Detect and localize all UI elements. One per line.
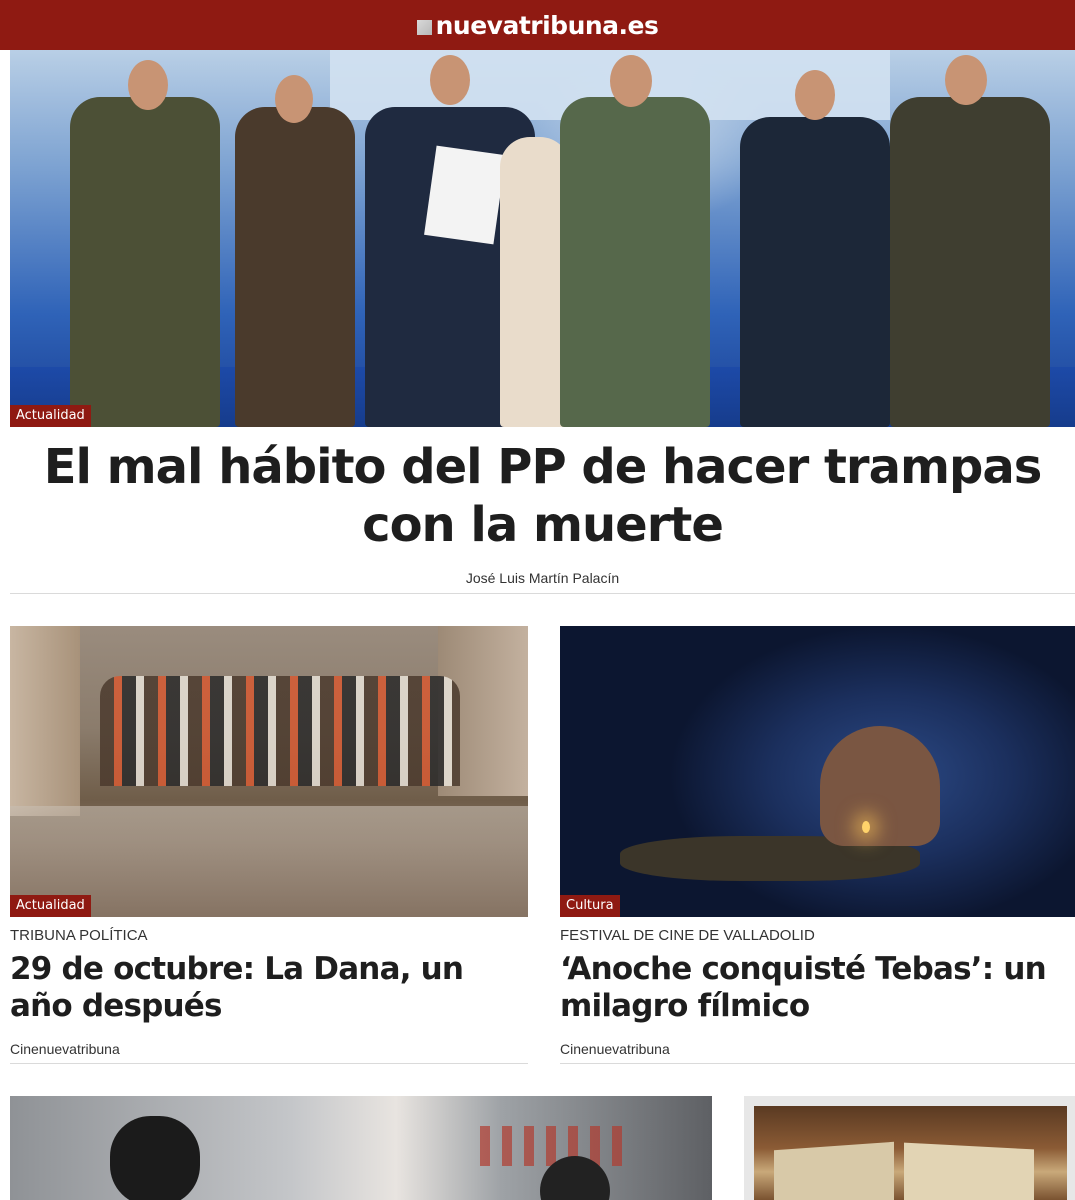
hero-category-badge[interactable]: Actualidad xyxy=(10,405,91,427)
image-graffiti xyxy=(480,1126,630,1166)
card-section-label[interactable]: FESTIVAL DE CINE DE VALLADOLID xyxy=(560,927,815,944)
image-masked-person xyxy=(110,1116,200,1200)
card-title[interactable]: 29 de octubre: La Dana, un año después xyxy=(10,951,528,1025)
site-logo[interactable]: nuevatribuna.es xyxy=(416,10,659,40)
card-category-badge[interactable]: Actualidad xyxy=(10,895,91,917)
hero-person-head xyxy=(430,55,470,105)
hero-person xyxy=(890,97,1050,427)
hero-headline[interactable]: El mal hábito del PP de hacer trampas co… xyxy=(10,438,1075,554)
card-title[interactable]: ‘Anoche conquisté Tebas’: un milagro fíl… xyxy=(560,951,1075,1025)
card-category-badge[interactable]: Cultura xyxy=(560,895,620,917)
site-header: nuevatribuna.es xyxy=(0,0,1075,50)
card-image-protest[interactable] xyxy=(10,1096,712,1200)
divider xyxy=(10,593,1075,594)
hero-person-head xyxy=(128,60,168,110)
card-image-book[interactable] xyxy=(754,1106,1067,1200)
image-book-page xyxy=(904,1142,1034,1200)
card-image-dana[interactable] xyxy=(10,626,528,917)
card-section-label[interactable]: TRIBUNA POLÍTICA xyxy=(10,927,148,944)
hero-person-head xyxy=(795,70,835,120)
image-crowd xyxy=(100,676,460,786)
image-book-page xyxy=(774,1141,894,1200)
divider xyxy=(560,1063,1075,1064)
logo-square-icon xyxy=(416,19,432,35)
hero-person xyxy=(740,117,890,427)
divider xyxy=(10,1063,528,1064)
hero-person xyxy=(235,107,355,427)
card-author[interactable]: Cinenuevatribuna xyxy=(10,1041,120,1057)
image-wall xyxy=(10,626,80,816)
card-author[interactable]: Cinenuevatribuna xyxy=(560,1041,670,1057)
site-name: nuevatribuna.es xyxy=(435,10,659,40)
hero-person xyxy=(560,97,710,427)
hero-person-head xyxy=(610,55,652,107)
card-image-cine[interactable] xyxy=(560,626,1075,917)
image-candle-flame xyxy=(862,821,870,833)
hero-person-head xyxy=(945,55,987,105)
hero-person xyxy=(70,97,220,427)
hero-document xyxy=(424,145,506,245)
image-man xyxy=(820,726,940,846)
hero-author[interactable]: José Luis Martín Palacín xyxy=(10,570,1075,586)
hero-person-head xyxy=(275,75,313,123)
hero-image[interactable] xyxy=(10,50,1075,427)
